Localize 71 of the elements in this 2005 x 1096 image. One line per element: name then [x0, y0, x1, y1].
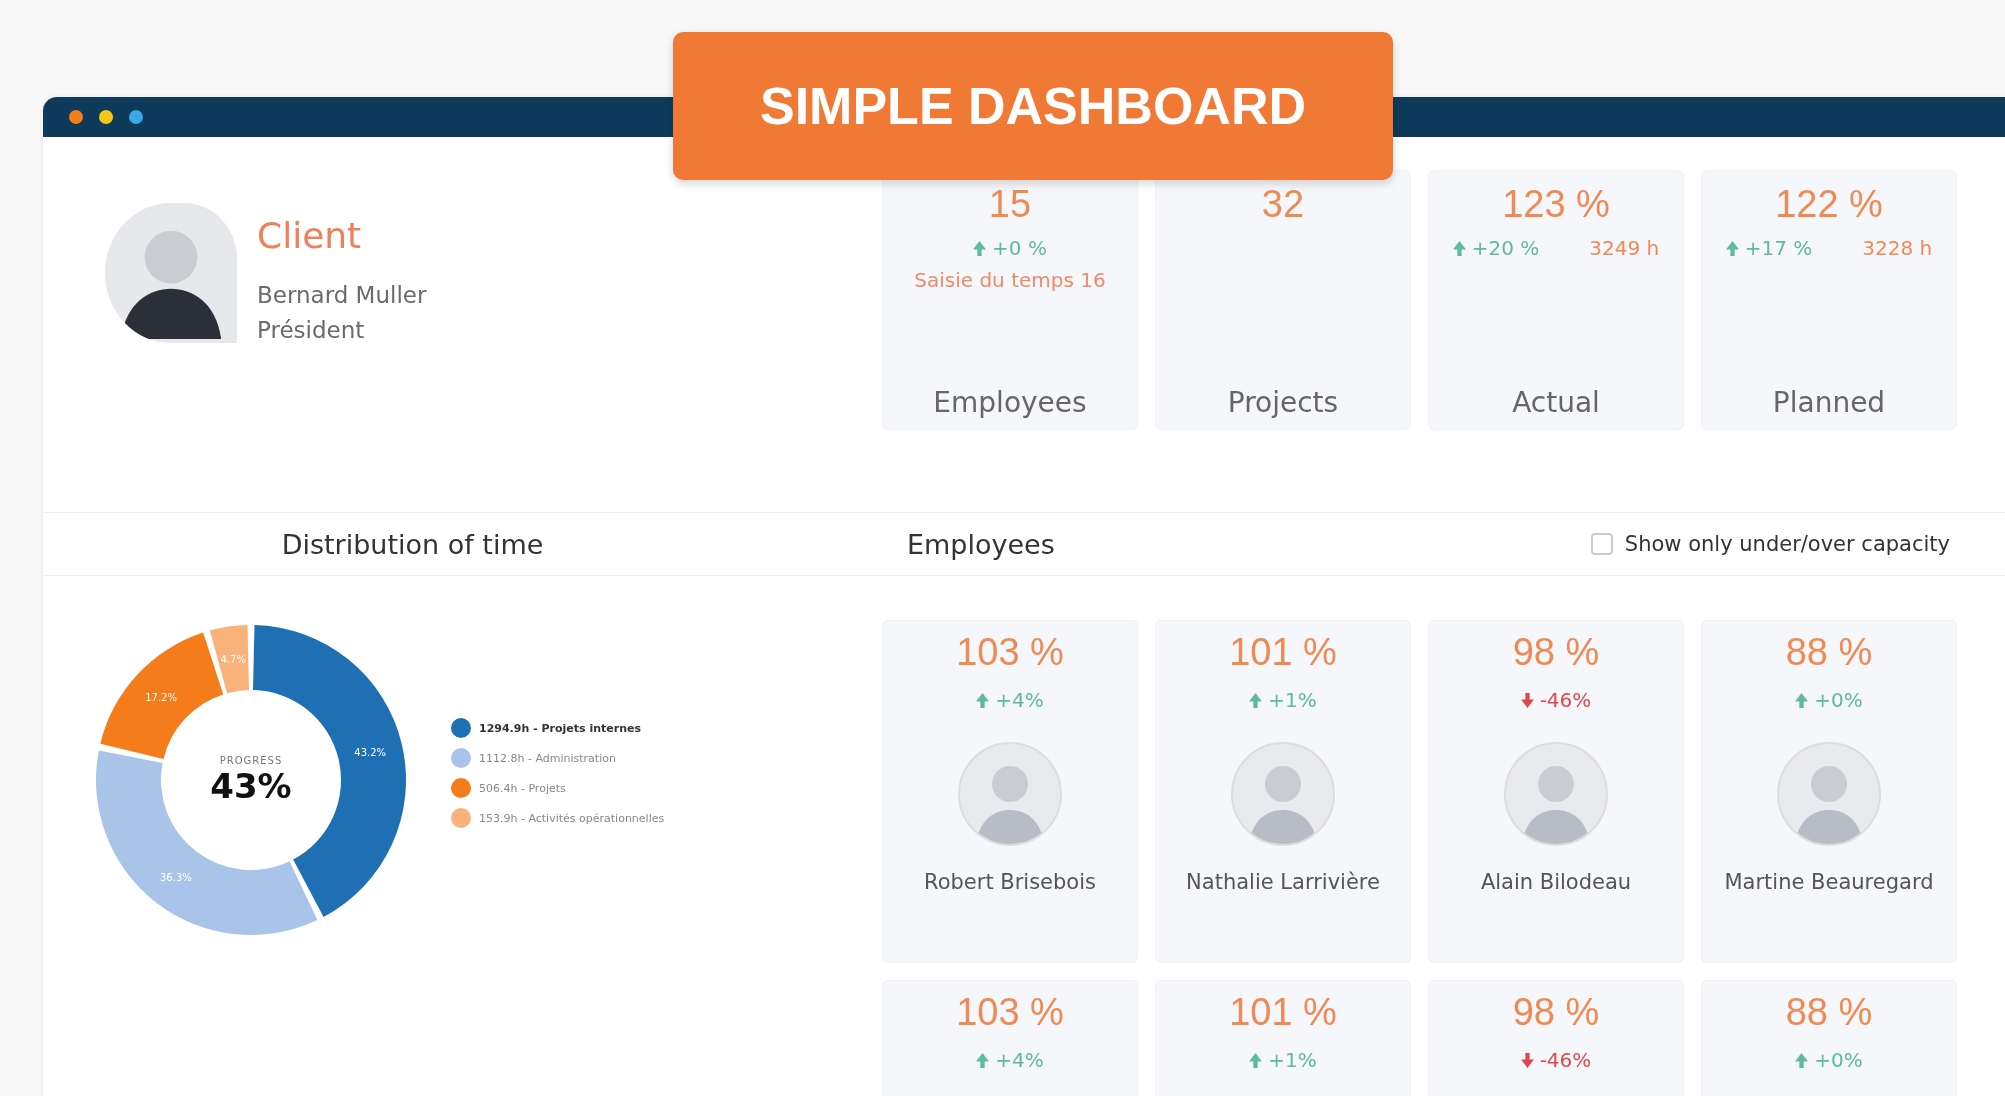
title-banner: SIMPLE DASHBOARD [673, 32, 1393, 180]
slice-label: 43.2% [354, 746, 387, 758]
stat-label: Projects [1227, 386, 1339, 419]
up-arrow-icon [1725, 240, 1739, 256]
stat-value: 15 [988, 183, 1032, 226]
down-arrow-icon [1520, 692, 1534, 708]
hours-value: 3228 h [1862, 236, 1933, 260]
employee-card[interactable]: 101 % +1% Nathalie Larrivière [1155, 620, 1411, 963]
up-arrow-icon [1249, 692, 1263, 708]
up-arrow-icon [1795, 692, 1809, 708]
stat-label: Planned [1772, 386, 1886, 419]
up-arrow-icon [1249, 1052, 1263, 1068]
client-role: Président [257, 316, 366, 345]
legend-label: 153.9h - Activités opérationnelles [479, 811, 665, 825]
change-indicator: -46% [1520, 688, 1592, 712]
section-title: Distribution of time [281, 528, 544, 560]
change-indicator: +1% [1249, 688, 1317, 712]
capacity-value: 98 % [1512, 631, 1600, 674]
employee-card[interactable]: 98 % -46% [1428, 980, 1684, 1096]
employee-name: Alain Bilodeau [1480, 870, 1632, 894]
slice-label: 17.2% [145, 691, 177, 703]
change-indicator: +0% [1795, 688, 1863, 712]
legend-label: 1112.8h - Administration [479, 751, 616, 765]
slice-label: 36.3% [160, 871, 192, 883]
stat-label: Actual [1512, 386, 1600, 419]
change-indicator: +4% [976, 688, 1044, 712]
change-indicator: +17 % [1725, 236, 1813, 260]
down-arrow-icon [1520, 1052, 1534, 1068]
client-name: Bernard Muller [257, 281, 427, 310]
hours-value: 3249 h [1589, 236, 1660, 260]
capacity-value: 103 % [956, 991, 1064, 1034]
up-arrow-icon [976, 1052, 990, 1068]
change-indicator: +20 % [1452, 236, 1540, 260]
stat-value: 122 % [1775, 183, 1883, 226]
client-heading: Client [257, 215, 363, 256]
capacity-value: 88 % [1785, 991, 1873, 1034]
window-control-icon[interactable] [99, 110, 113, 124]
legend-label: 506.4h - Projets [479, 781, 566, 795]
capacity-value: 88 % [1785, 631, 1873, 674]
progress-value: 43% [210, 765, 292, 806]
capacity-value: 103 % [956, 631, 1064, 674]
legend-label: 1294.9h - Projets internes [479, 721, 641, 735]
progress-label: PROGRESS [219, 754, 283, 766]
capacity-value: 98 % [1512, 991, 1600, 1034]
employee-card[interactable]: 88 % +0% Martine Beauregard [1701, 620, 1957, 963]
employee-name: Robert Brisebois [924, 870, 1096, 894]
stat-label: Employees [933, 386, 1087, 419]
section-title: Employees [907, 528, 1055, 560]
change-indicator: +0 % [973, 236, 1047, 260]
employee-card[interactable]: 103 % +4% Robert Brisebois [882, 620, 1138, 963]
window-control-icon[interactable] [129, 110, 143, 124]
window-control-icon[interactable] [69, 110, 83, 124]
change-indicator: -46% [1520, 1048, 1592, 1072]
change-indicator: +1% [1249, 1048, 1317, 1072]
capacity-value: 101 % [1229, 991, 1337, 1034]
employee-card[interactable]: 98 % -46% Alain Bilodeau [1428, 620, 1684, 963]
up-arrow-icon [1452, 240, 1466, 256]
checkbox[interactable] [1590, 533, 1613, 555]
up-arrow-icon [1795, 1052, 1809, 1068]
change-indicator: +4% [976, 1048, 1044, 1072]
stat-note: Saisie du temps 16 [914, 268, 1106, 292]
slice-label: 4.7% [220, 653, 246, 665]
stat-value: 123 % [1502, 183, 1610, 226]
up-arrow-icon [976, 692, 990, 708]
capacity-value: 101 % [1229, 631, 1337, 674]
stat-value: 32 [1261, 183, 1305, 226]
employee-name: Nathalie Larrivière [1186, 870, 1380, 894]
change-indicator: +0% [1795, 1048, 1863, 1072]
checkbox-label[interactable]: Show only under/over capacity [1624, 532, 1950, 556]
employee-name: Martine Beauregard [1724, 870, 1934, 894]
up-arrow-icon [973, 240, 987, 256]
